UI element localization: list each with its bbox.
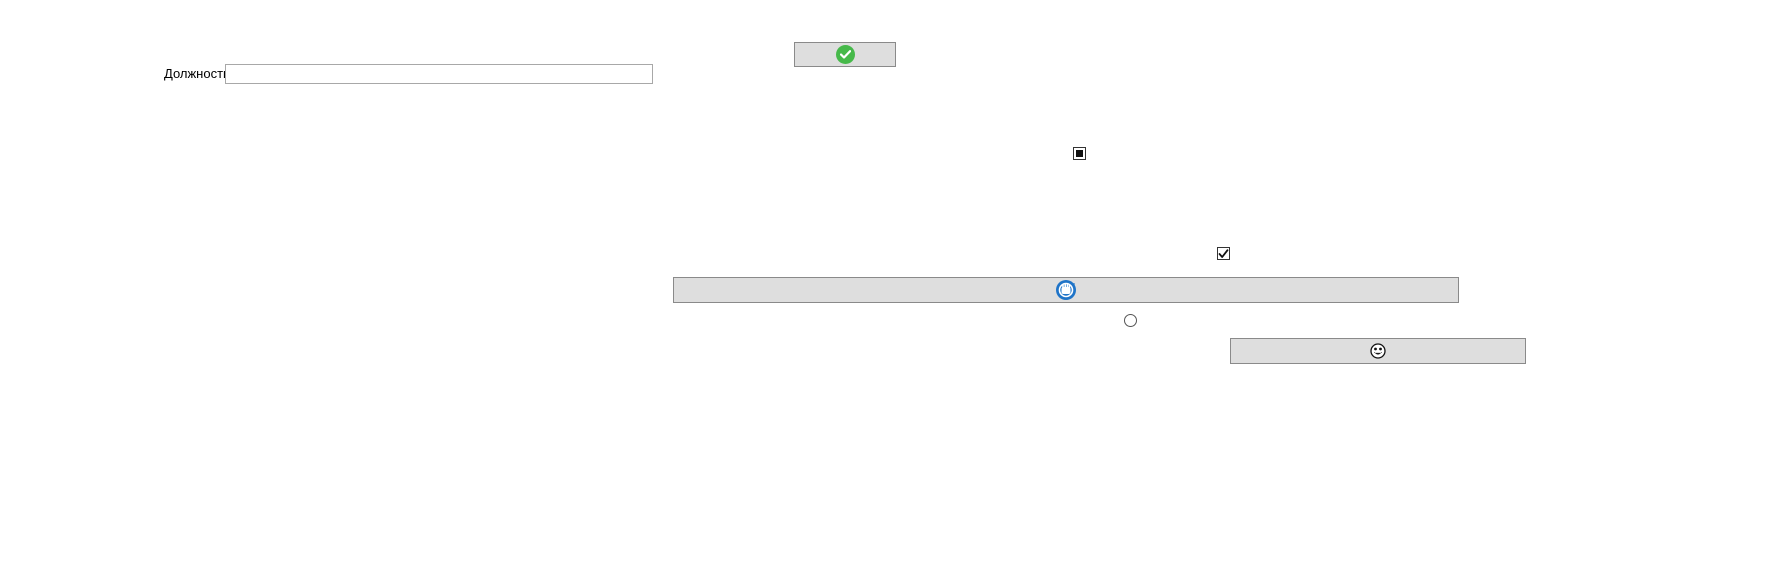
- position-label: Должность: [164, 66, 230, 81]
- confirm-button[interactable]: [794, 42, 896, 67]
- position-input[interactable]: [225, 64, 653, 84]
- emoji-button[interactable]: [1230, 338, 1526, 364]
- radio-button[interactable]: [1124, 314, 1137, 327]
- checkmark-icon: [1218, 248, 1229, 258]
- grin-emoji-icon: [1370, 343, 1386, 359]
- square-checkbox[interactable]: [1073, 147, 1086, 160]
- refresh-hand-icon: [1055, 279, 1077, 301]
- wide-action-button[interactable]: [673, 277, 1459, 303]
- checkbox[interactable]: [1217, 247, 1230, 260]
- check-circle-icon: [835, 45, 855, 64]
- indeterminate-mark: [1076, 150, 1083, 157]
